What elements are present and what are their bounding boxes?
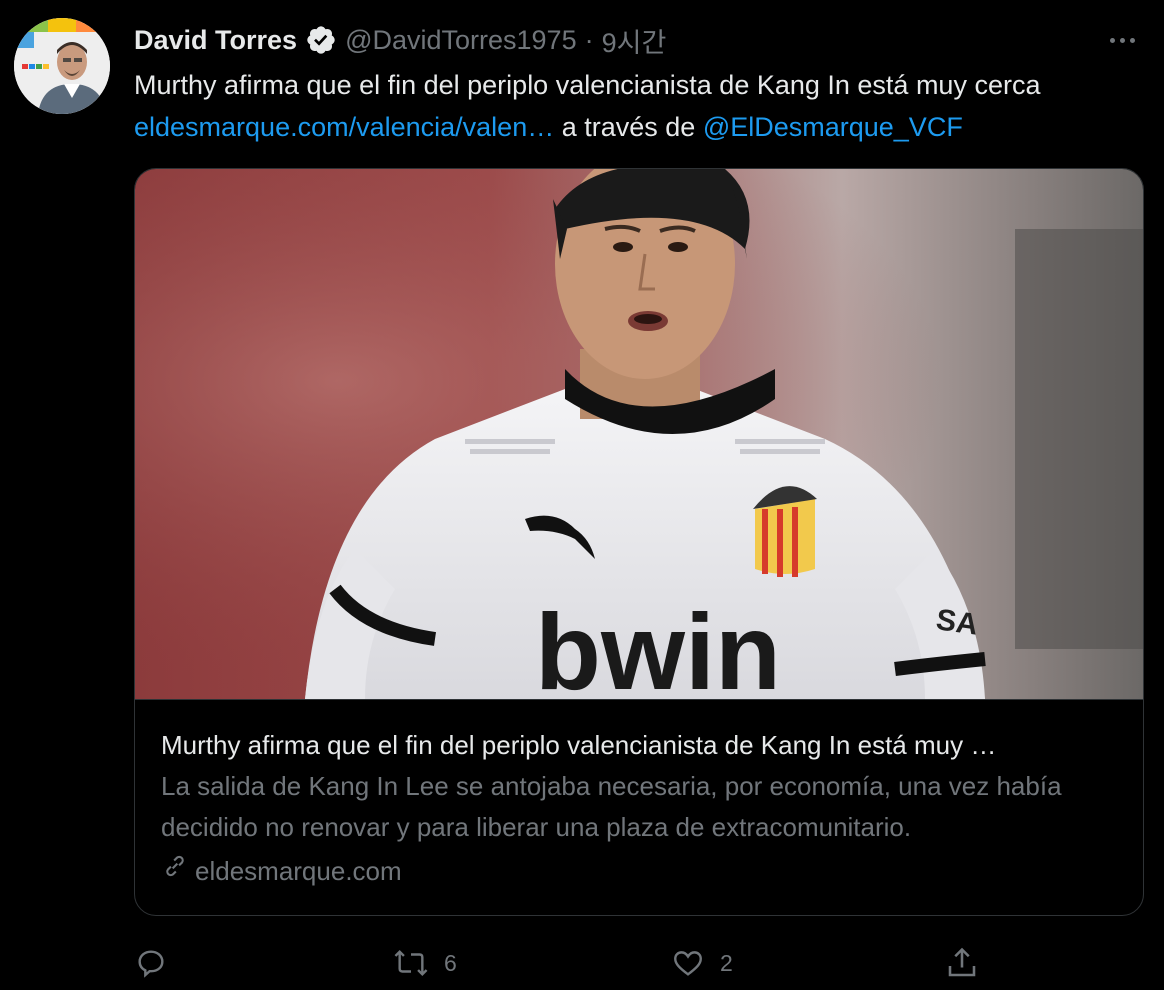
share-button[interactable]	[944, 940, 980, 986]
avatar[interactable]	[14, 18, 110, 114]
tweet-body: Murthy afirma que el fin del periplo val…	[134, 70, 1041, 100]
card-domain-text: eldesmarque.com	[195, 855, 402, 886]
like-button[interactable]: 2	[670, 940, 733, 986]
card-title: Murthy afirma que el fin del periplo val…	[161, 730, 997, 760]
more-dot	[1119, 37, 1125, 43]
more-dot	[1109, 37, 1115, 43]
like-count: 2	[720, 949, 733, 976]
tweet-via: a través de	[554, 112, 703, 142]
like-icon	[670, 946, 706, 980]
tweet-mention[interactable]: @ElDesmarque_VCF	[703, 112, 963, 142]
tweet-timestamp[interactable]: 9시간	[602, 21, 667, 60]
jersey-sponsor-text: bwin	[535, 591, 781, 699]
tweet-text: Murthy afirma que el fin del periplo val…	[134, 64, 1149, 148]
card-body[interactable]: Murthy afirma que el fin del periplo val…	[135, 699, 1143, 915]
retweet-button[interactable]: 6	[392, 940, 457, 986]
svg-text:SA: SA	[934, 603, 980, 641]
user-handle[interactable]: @DavidTorres1975	[345, 25, 577, 56]
retweet-icon	[392, 946, 430, 980]
reply-icon	[134, 946, 168, 980]
link-icon	[161, 852, 189, 889]
separator-dot: ·	[584, 24, 594, 55]
card-image[interactable]: bwin SA	[135, 169, 1143, 699]
user-name[interactable]: David Torres	[134, 25, 297, 56]
retweet-count: 6	[444, 949, 457, 976]
reply-button[interactable]	[134, 940, 182, 986]
tweet-link[interactable]: eldesmarque.com/valencia/valen…	[134, 112, 554, 142]
link-card[interactable]: bwin SA Murthy afirma que el fin del per…	[134, 168, 1144, 916]
verified-badge-icon	[305, 24, 337, 56]
card-description: La salida de Kang In Lee se antojaba nec…	[161, 771, 1062, 842]
tweet-actions: 6 2	[134, 940, 994, 986]
more-icon[interactable]	[1102, 24, 1142, 56]
tweet-header: David Torres @DavidTorres1975 · 9시간	[134, 22, 666, 58]
share-icon	[944, 945, 980, 981]
card-domain: eldesmarque.com	[161, 852, 1119, 889]
more-dot	[1129, 37, 1135, 43]
